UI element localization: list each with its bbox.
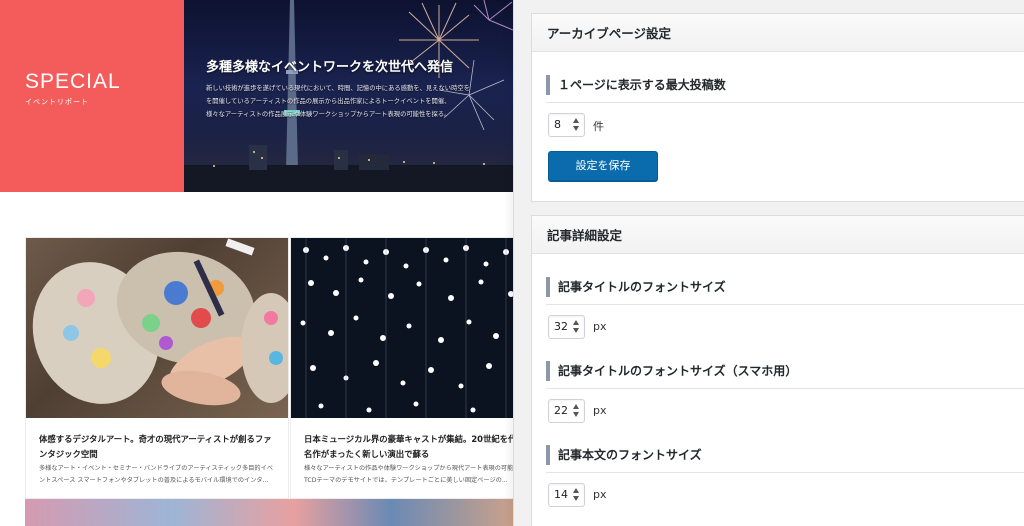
post-detail-settings-box: 記事詳細設定 記事タイトルのフォントサイズ 32 px 記事タイトルのフォントサ… xyxy=(531,215,1024,526)
hero-text-line: 新しい技術が進歩を遂げている現代において、時間、記憶の中にある感動を、見えない時… xyxy=(206,85,470,92)
card-image-paint-palettes xyxy=(26,238,288,418)
divider xyxy=(546,304,1024,305)
site-preview: SPECIAL イベントリポート 多種多様なイベントワークを次世代へ発信 新しい… xyxy=(0,0,513,526)
post-detail-settings-title: 記事詳細設定 xyxy=(547,228,623,243)
lights-illustration xyxy=(300,238,513,418)
admin-settings-panel: アーカイブページ設定 １ページに表示する最大投稿数 8 件 設定を保存 記事詳細… xyxy=(513,0,1024,526)
hero-subtitle: イベントリポート xyxy=(25,98,89,106)
save-settings-button[interactable]: 設定を保存 xyxy=(548,151,658,181)
archive-settings-box: アーカイブページ設定 １ページに表示する最大投稿数 8 件 設定を保存 xyxy=(531,13,1024,202)
title-font-size-label: 記事タイトルのフォントサイズ xyxy=(546,277,726,297)
title-font-size-sp-label: 記事タイトルのフォントサイズ（スマホ用） xyxy=(546,361,797,381)
spinner-arrows-icon[interactable] xyxy=(572,117,581,133)
divider xyxy=(546,472,1024,473)
hero-heading: 多種多様なイベントワークを次世代へ発信 xyxy=(206,60,454,75)
body-font-size-value: 14 xyxy=(554,488,568,501)
title-font-size-sp-input[interactable]: 22 xyxy=(548,399,585,423)
spinner-arrows-icon[interactable] xyxy=(572,403,581,419)
card-image-light-installation xyxy=(291,238,513,418)
body-font-size-input[interactable]: 14 xyxy=(548,483,585,507)
body-font-size-label: 記事本文のフォントサイズ xyxy=(546,445,702,465)
hero-title: SPECIAL xyxy=(25,70,121,93)
posts-per-page-label: １ページに表示する最大投稿数 xyxy=(546,75,726,95)
divider xyxy=(546,388,1024,389)
hero-image: 多種多様なイベントワークを次世代へ発信 新しい技術が進歩を遂げている現代において… xyxy=(184,0,513,192)
posts-per-page-value: 8 xyxy=(554,118,561,131)
posts-per-page-input[interactable]: 8 xyxy=(548,113,585,137)
body-font-size-unit: px xyxy=(593,488,607,501)
title-font-size-sp-unit: px xyxy=(593,404,607,417)
card-title[interactable]: 体感するデジタルアート。奇才の現代アーティストが創るファンタジック空間 xyxy=(39,432,279,462)
article-card[interactable]: 日本ミュージカル界の豪華キャストが集結。20世紀を代表する名作がまったく新しい演… xyxy=(290,237,513,499)
title-font-size-unit: px xyxy=(593,320,607,333)
hero-text-line: 様々なアーティストの作品展示や体験ワークショップからアート表現の可能性を探る。 xyxy=(206,111,451,118)
posts-per-page-unit: 件 xyxy=(593,120,604,133)
archive-settings-header: アーカイブページ設定 xyxy=(532,14,1024,52)
next-cards-strip xyxy=(25,499,513,526)
card-description: 様々なアーティストの作品や体験ワークショップから現代アート表現の可能性を探る T… xyxy=(304,465,513,484)
hero-text-line: を開催しているアーティストの作品の展示から出品作家によるトークイベントを開催、 xyxy=(206,98,451,105)
title-font-size-sp-value: 22 xyxy=(554,404,568,417)
spinner-arrows-icon[interactable] xyxy=(572,487,581,503)
hero-label-block: SPECIAL イベントリポート xyxy=(0,0,184,192)
card-title[interactable]: 日本ミュージカル界の豪華キャストが集結。20世紀を代表する名作がまったく新しい演… xyxy=(304,432,513,462)
title-font-size-value: 32 xyxy=(554,320,568,333)
divider xyxy=(546,102,1024,103)
card-description: 多様なアート・イベント・セミナー・バンドライブのアーティスティック多目的イベント… xyxy=(39,465,273,484)
post-detail-settings-header: 記事詳細設定 xyxy=(532,216,1024,254)
archive-settings-title: アーカイブページ設定 xyxy=(547,26,672,41)
spinner-arrows-icon[interactable] xyxy=(572,319,581,335)
article-card[interactable]: 体感するデジタルアート。奇才の現代アーティストが創るファンタジック空間 多様なア… xyxy=(25,237,289,499)
palette-illustration xyxy=(32,238,288,406)
title-font-size-input[interactable]: 32 xyxy=(548,315,585,339)
